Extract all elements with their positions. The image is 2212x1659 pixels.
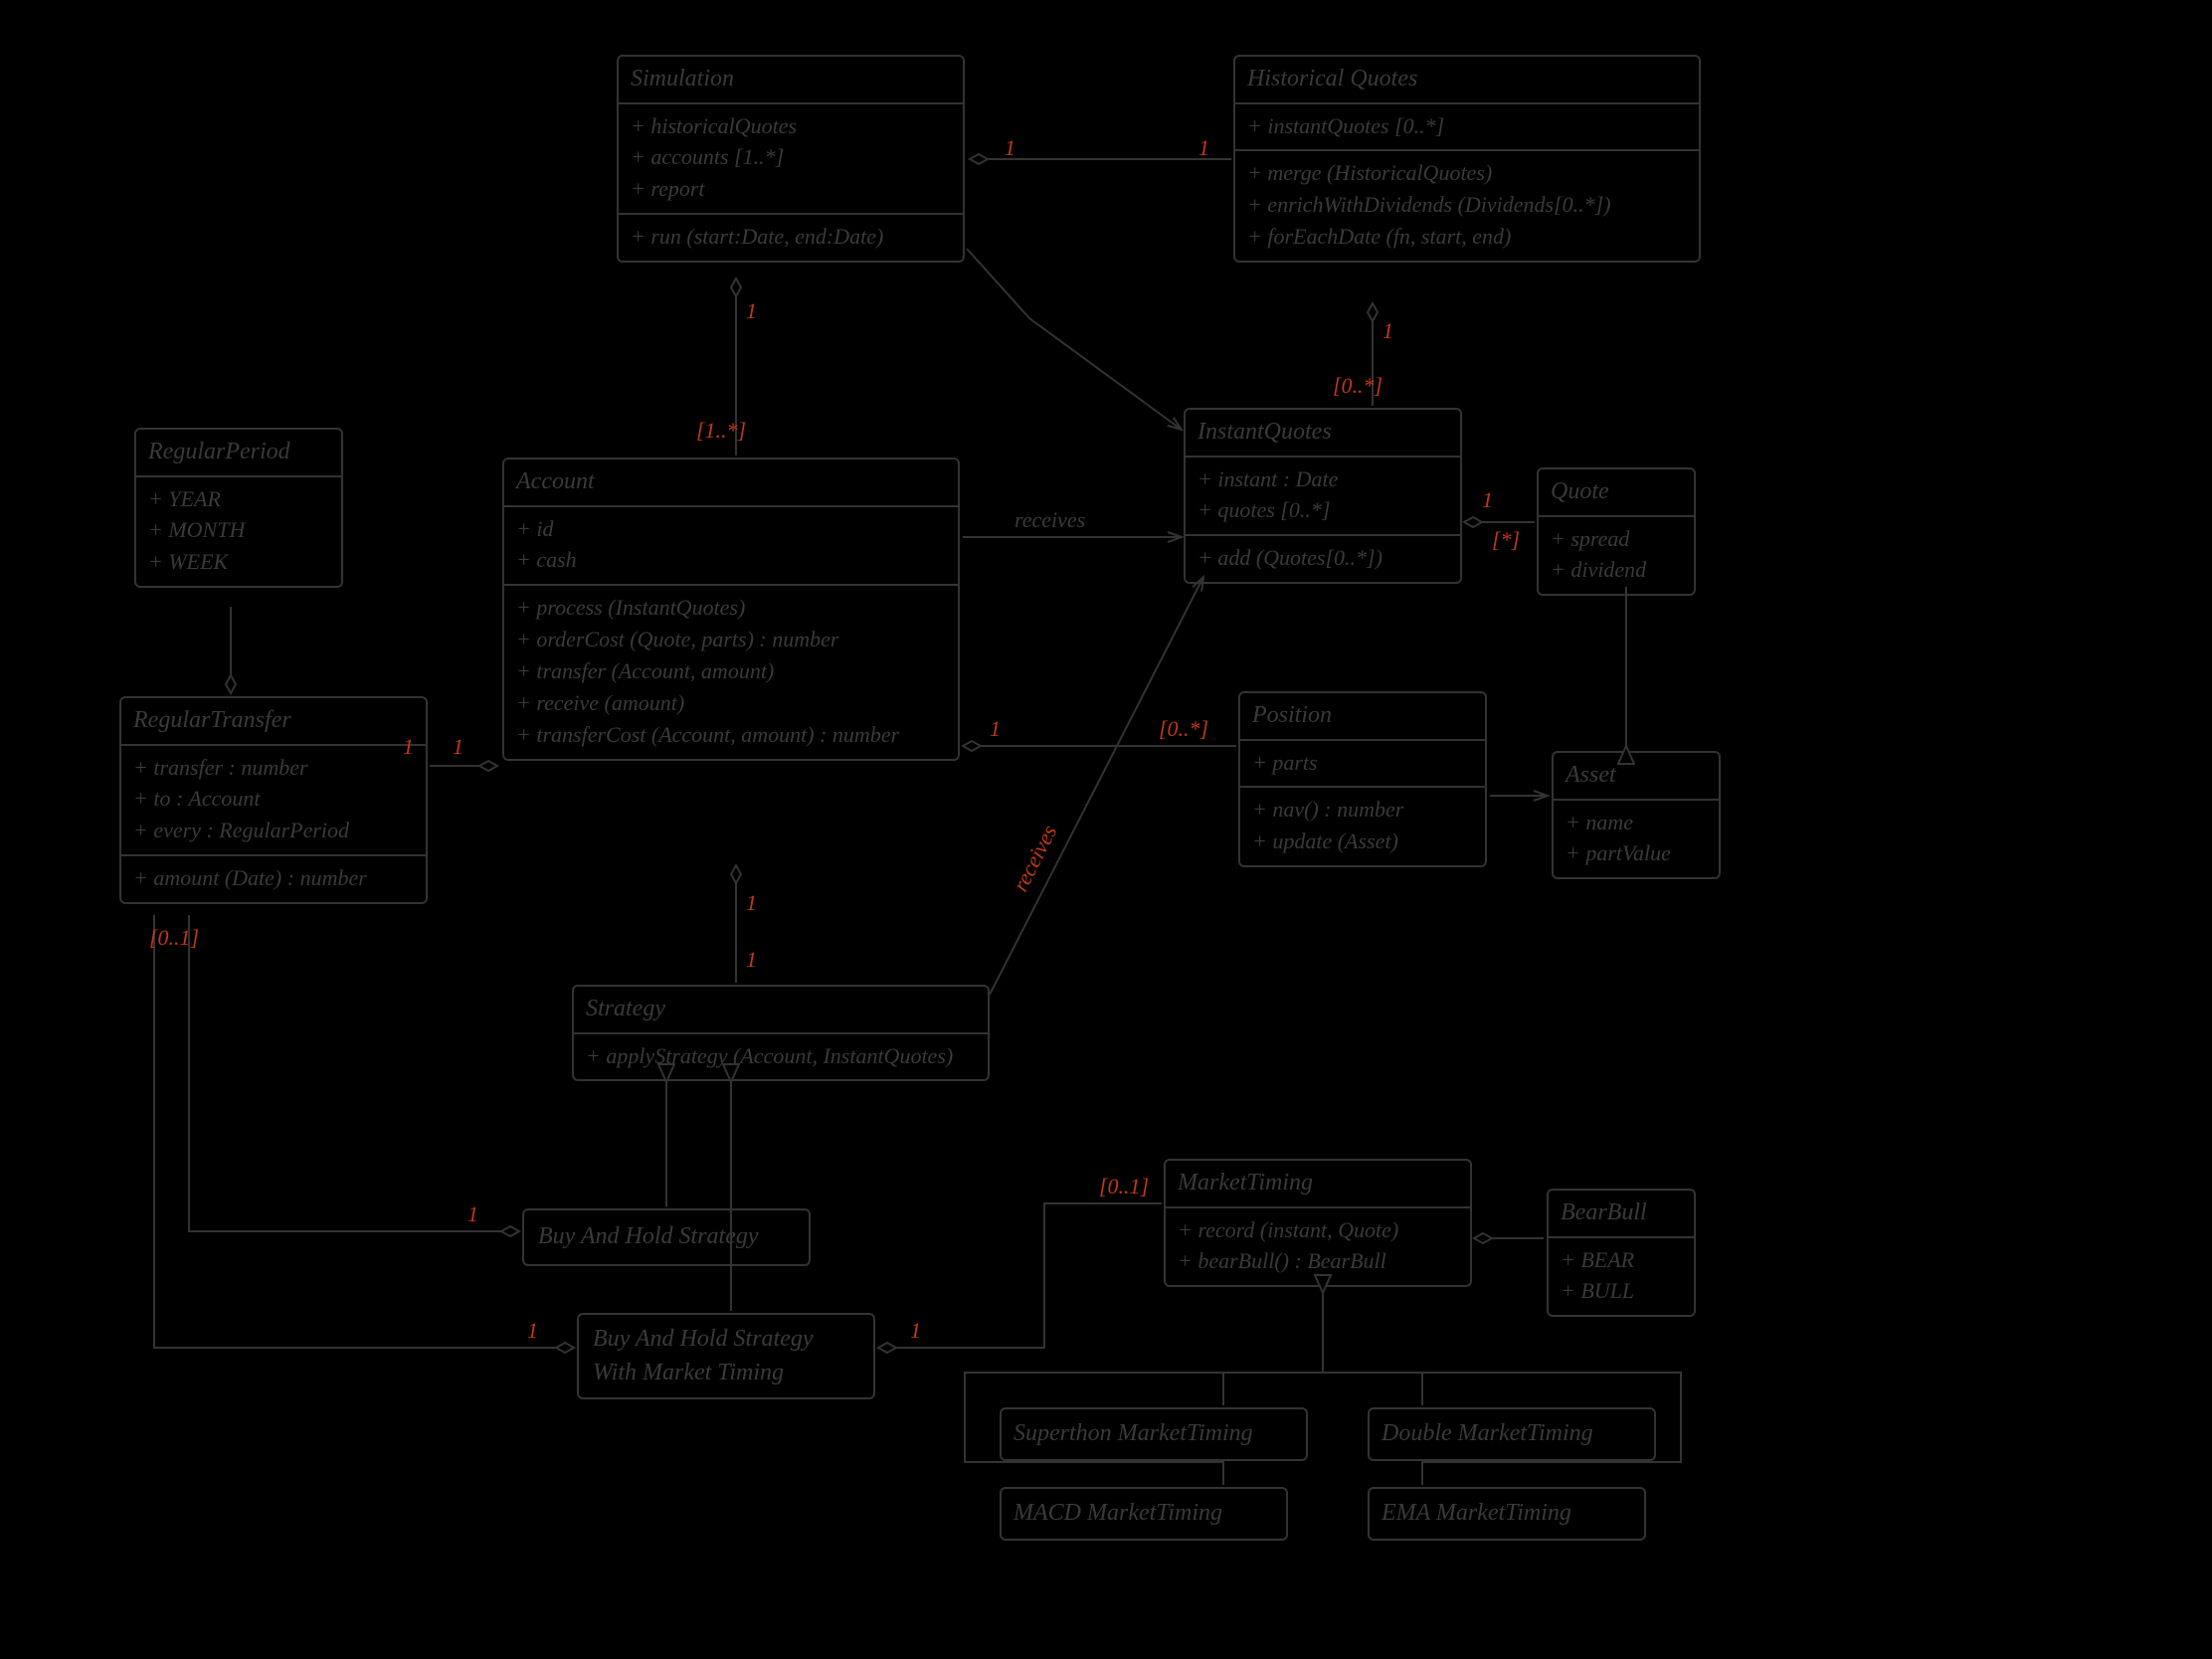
mult-1: 1 bbox=[990, 716, 1001, 742]
mult-1: 1 bbox=[1005, 135, 1015, 161]
mult-1: 1 bbox=[453, 734, 463, 760]
mult-lw: [*] bbox=[1492, 527, 1520, 553]
mult-1: 1 bbox=[467, 1201, 478, 1227]
mult-1: 1 bbox=[1482, 487, 1493, 513]
mult-1: 1 bbox=[746, 890, 757, 916]
label-receives: receives bbox=[1014, 507, 1085, 533]
edges bbox=[0, 0, 2212, 1659]
mult-0star: [0..*] bbox=[1159, 716, 1208, 742]
mult-1: 1 bbox=[746, 298, 757, 324]
mult-1: 1 bbox=[527, 1318, 538, 1344]
mult-1: 1 bbox=[1198, 135, 1209, 161]
mult-1: 1 bbox=[910, 1318, 921, 1344]
mult-1: 1 bbox=[403, 734, 414, 760]
mult-0-1: [0..1] bbox=[149, 925, 199, 951]
mult-1: 1 bbox=[1382, 318, 1393, 344]
mult-1star: [1..*] bbox=[696, 418, 746, 444]
mult-0star: [0..*] bbox=[1333, 373, 1382, 399]
mult-1: 1 bbox=[746, 947, 757, 973]
mult-0-1: [0..1] bbox=[1099, 1174, 1149, 1199]
